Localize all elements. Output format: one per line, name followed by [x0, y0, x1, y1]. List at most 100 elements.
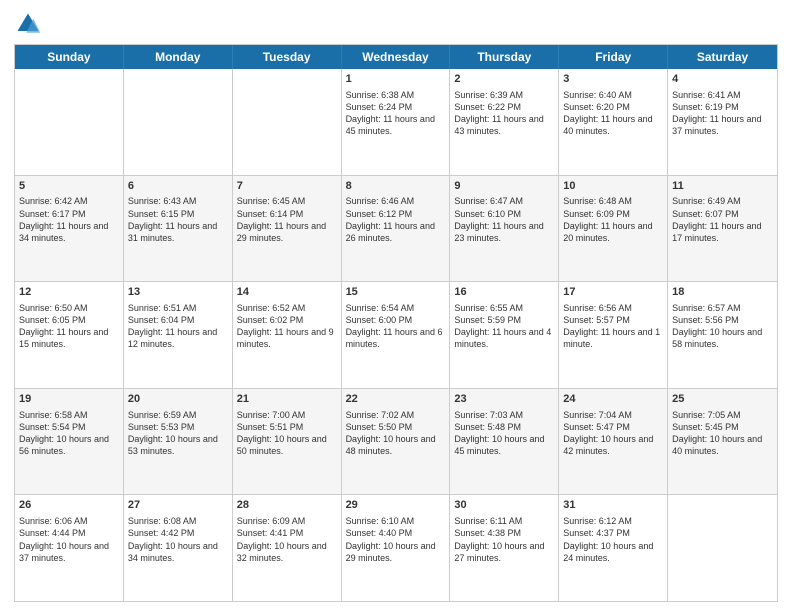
calendar-cell [124, 69, 233, 175]
calendar-cell [233, 69, 342, 175]
calendar-cell: 19 Sunrise: 6:58 AM Sunset: 5:54 PM Dayli… [15, 389, 124, 495]
day-info: Sunrise: 6:47 AM Sunset: 6:10 PM Dayligh… [454, 195, 554, 244]
day-info: Sunrise: 6:06 AM Sunset: 4:44 PM Dayligh… [19, 515, 119, 564]
day-info: Sunrise: 6:51 AM Sunset: 6:04 PM Dayligh… [128, 302, 228, 351]
day-info: Sunrise: 6:41 AM Sunset: 6:19 PM Dayligh… [672, 89, 773, 138]
day-info: Sunrise: 6:58 AM Sunset: 5:54 PM Dayligh… [19, 409, 119, 458]
day-info: Sunrise: 6:56 AM Sunset: 5:57 PM Dayligh… [563, 302, 663, 351]
day-number: 13 [128, 285, 228, 300]
day-number: 22 [346, 392, 446, 407]
calendar-cell: 24 Sunrise: 7:04 AM Sunset: 5:47 PM Dayli… [559, 389, 668, 495]
day-number: 17 [563, 285, 663, 300]
day-info: Sunrise: 6:42 AM Sunset: 6:17 PM Dayligh… [19, 195, 119, 244]
calendar-cell: 20 Sunrise: 6:59 AM Sunset: 5:53 PM Dayli… [124, 389, 233, 495]
day-number: 3 [563, 72, 663, 87]
day-number: 21 [237, 392, 337, 407]
day-info: Sunrise: 6:48 AM Sunset: 6:09 PM Dayligh… [563, 195, 663, 244]
day-info: Sunrise: 6:59 AM Sunset: 5:53 PM Dayligh… [128, 409, 228, 458]
calendar-row: 19 Sunrise: 6:58 AM Sunset: 5:54 PM Dayli… [15, 388, 777, 495]
day-number: 23 [454, 392, 554, 407]
header-day-sunday: Sunday [15, 45, 124, 69]
calendar-cell: 11Sunrise: 6:49 AM Sunset: 6:07 PM Dayli… [668, 176, 777, 282]
day-info: Sunrise: 6:45 AM Sunset: 6:14 PM Dayligh… [237, 195, 337, 244]
day-info: Sunrise: 6:50 AM Sunset: 6:05 PM Dayligh… [19, 302, 119, 351]
calendar-cell: 7Sunrise: 6:45 AM Sunset: 6:14 PM Daylig… [233, 176, 342, 282]
day-number: 16 [454, 285, 554, 300]
day-number: 25 [672, 392, 773, 407]
calendar-row: 5Sunrise: 6:42 AM Sunset: 6:17 PM Daylig… [15, 175, 777, 282]
day-number: 29 [346, 498, 446, 513]
day-info: Sunrise: 6:46 AM Sunset: 6:12 PM Dayligh… [346, 195, 446, 244]
calendar-header: SundayMondayTuesdayWednesdayThursdayFrid… [15, 45, 777, 69]
day-info: Sunrise: 6:57 AM Sunset: 5:56 PM Dayligh… [672, 302, 773, 351]
day-info: Sunrise: 6:49 AM Sunset: 6:07 PM Dayligh… [672, 195, 773, 244]
calendar-cell: 27 Sunrise: 6:08 AM Sunset: 4:42 PM Dayli… [124, 495, 233, 601]
calendar-cell: 10Sunrise: 6:48 AM Sunset: 6:09 PM Dayli… [559, 176, 668, 282]
day-number: 19 [19, 392, 119, 407]
day-info: Sunrise: 7:04 AM Sunset: 5:47 PM Dayligh… [563, 409, 663, 458]
calendar-cell: 21 Sunrise: 7:00 AM Sunset: 5:51 PM Dayli… [233, 389, 342, 495]
calendar-cell: 4Sunrise: 6:41 AM Sunset: 6:19 PM Daylig… [668, 69, 777, 175]
calendar-cell: 2Sunrise: 6:39 AM Sunset: 6:22 PM Daylig… [450, 69, 559, 175]
day-info: Sunrise: 7:05 AM Sunset: 5:45 PM Dayligh… [672, 409, 773, 458]
logo-icon [14, 10, 42, 38]
calendar-cell: 28Sunrise: 6:09 AM Sunset: 4:41 PM Dayli… [233, 495, 342, 601]
day-info: Sunrise: 6:09 AM Sunset: 4:41 PM Dayligh… [237, 515, 337, 564]
day-number: 31 [563, 498, 663, 513]
day-info: Sunrise: 6:11 AM Sunset: 4:38 PM Dayligh… [454, 515, 554, 564]
calendar-cell: 29 Sunrise: 6:10 AM Sunset: 4:40 PM Dayli… [342, 495, 451, 601]
calendar-cell: 30 Sunrise: 6:11 AM Sunset: 4:38 PM Dayli… [450, 495, 559, 601]
day-number: 14 [237, 285, 337, 300]
day-number: 6 [128, 179, 228, 194]
calendar-cell: 6Sunrise: 6:43 AM Sunset: 6:15 PM Daylig… [124, 176, 233, 282]
day-info: Sunrise: 6:55 AM Sunset: 5:59 PM Dayligh… [454, 302, 554, 351]
logo [14, 10, 46, 38]
calendar-row: 12 Sunrise: 6:50 AM Sunset: 6:05 PM Dayli… [15, 281, 777, 388]
day-number: 30 [454, 498, 554, 513]
calendar-cell: 15 Sunrise: 6:54 AM Sunset: 6:00 PM Dayli… [342, 282, 451, 388]
day-info: Sunrise: 6:40 AM Sunset: 6:20 PM Dayligh… [563, 89, 663, 138]
calendar-cell [668, 495, 777, 601]
calendar-cell: 31 Sunrise: 6:12 AM Sunset: 4:37 PM Dayli… [559, 495, 668, 601]
day-number: 2 [454, 72, 554, 87]
day-number: 9 [454, 179, 554, 194]
calendar-cell: 17 Sunrise: 6:56 AM Sunset: 5:57 PM Dayli… [559, 282, 668, 388]
day-info: Sunrise: 6:12 AM Sunset: 4:37 PM Dayligh… [563, 515, 663, 564]
calendar-cell: 12 Sunrise: 6:50 AM Sunset: 6:05 PM Dayli… [15, 282, 124, 388]
day-info: Sunrise: 6:54 AM Sunset: 6:00 PM Dayligh… [346, 302, 446, 351]
day-info: Sunrise: 6:52 AM Sunset: 6:02 PM Dayligh… [237, 302, 337, 351]
header-day-friday: Friday [559, 45, 668, 69]
calendar-cell: 1 Sunrise: 6:38 AM Sunset: 6:24 PM Daylig… [342, 69, 451, 175]
day-number: 12 [19, 285, 119, 300]
calendar-cell [15, 69, 124, 175]
day-info: Sunrise: 7:00 AM Sunset: 5:51 PM Dayligh… [237, 409, 337, 458]
header [14, 10, 778, 38]
day-number: 20 [128, 392, 228, 407]
calendar-cell: 25 Sunrise: 7:05 AM Sunset: 5:45 PM Dayli… [668, 389, 777, 495]
calendar-cell: 3 Sunrise: 6:40 AM Sunset: 6:20 PM Daylig… [559, 69, 668, 175]
calendar-cell: 8Sunrise: 6:46 AM Sunset: 6:12 PM Daylig… [342, 176, 451, 282]
day-number: 8 [346, 179, 446, 194]
day-number: 15 [346, 285, 446, 300]
calendar-row: 26Sunrise: 6:06 AM Sunset: 4:44 PM Dayli… [15, 494, 777, 601]
day-number: 7 [237, 179, 337, 194]
calendar-cell: 22Sunrise: 7:02 AM Sunset: 5:50 PM Dayli… [342, 389, 451, 495]
day-number: 24 [563, 392, 663, 407]
calendar-cell: 9Sunrise: 6:47 AM Sunset: 6:10 PM Daylig… [450, 176, 559, 282]
calendar: SundayMondayTuesdayWednesdayThursdayFrid… [14, 44, 778, 602]
day-info: Sunrise: 6:10 AM Sunset: 4:40 PM Dayligh… [346, 515, 446, 564]
calendar-cell: 26Sunrise: 6:06 AM Sunset: 4:44 PM Dayli… [15, 495, 124, 601]
header-day-wednesday: Wednesday [342, 45, 451, 69]
day-number: 1 [346, 72, 446, 87]
day-number: 27 [128, 498, 228, 513]
day-number: 5 [19, 179, 119, 194]
calendar-body: 1 Sunrise: 6:38 AM Sunset: 6:24 PM Daylig… [15, 69, 777, 601]
calendar-cell: 23Sunrise: 7:03 AM Sunset: 5:48 PM Dayli… [450, 389, 559, 495]
calendar-cell: 16 Sunrise: 6:55 AM Sunset: 5:59 PM Dayli… [450, 282, 559, 388]
day-info: Sunrise: 6:38 AM Sunset: 6:24 PM Dayligh… [346, 89, 446, 138]
calendar-cell: 5Sunrise: 6:42 AM Sunset: 6:17 PM Daylig… [15, 176, 124, 282]
day-info: Sunrise: 6:08 AM Sunset: 4:42 PM Dayligh… [128, 515, 228, 564]
calendar-cell: 14 Sunrise: 6:52 AM Sunset: 6:02 PM Dayli… [233, 282, 342, 388]
header-day-saturday: Saturday [668, 45, 777, 69]
header-day-monday: Monday [124, 45, 233, 69]
